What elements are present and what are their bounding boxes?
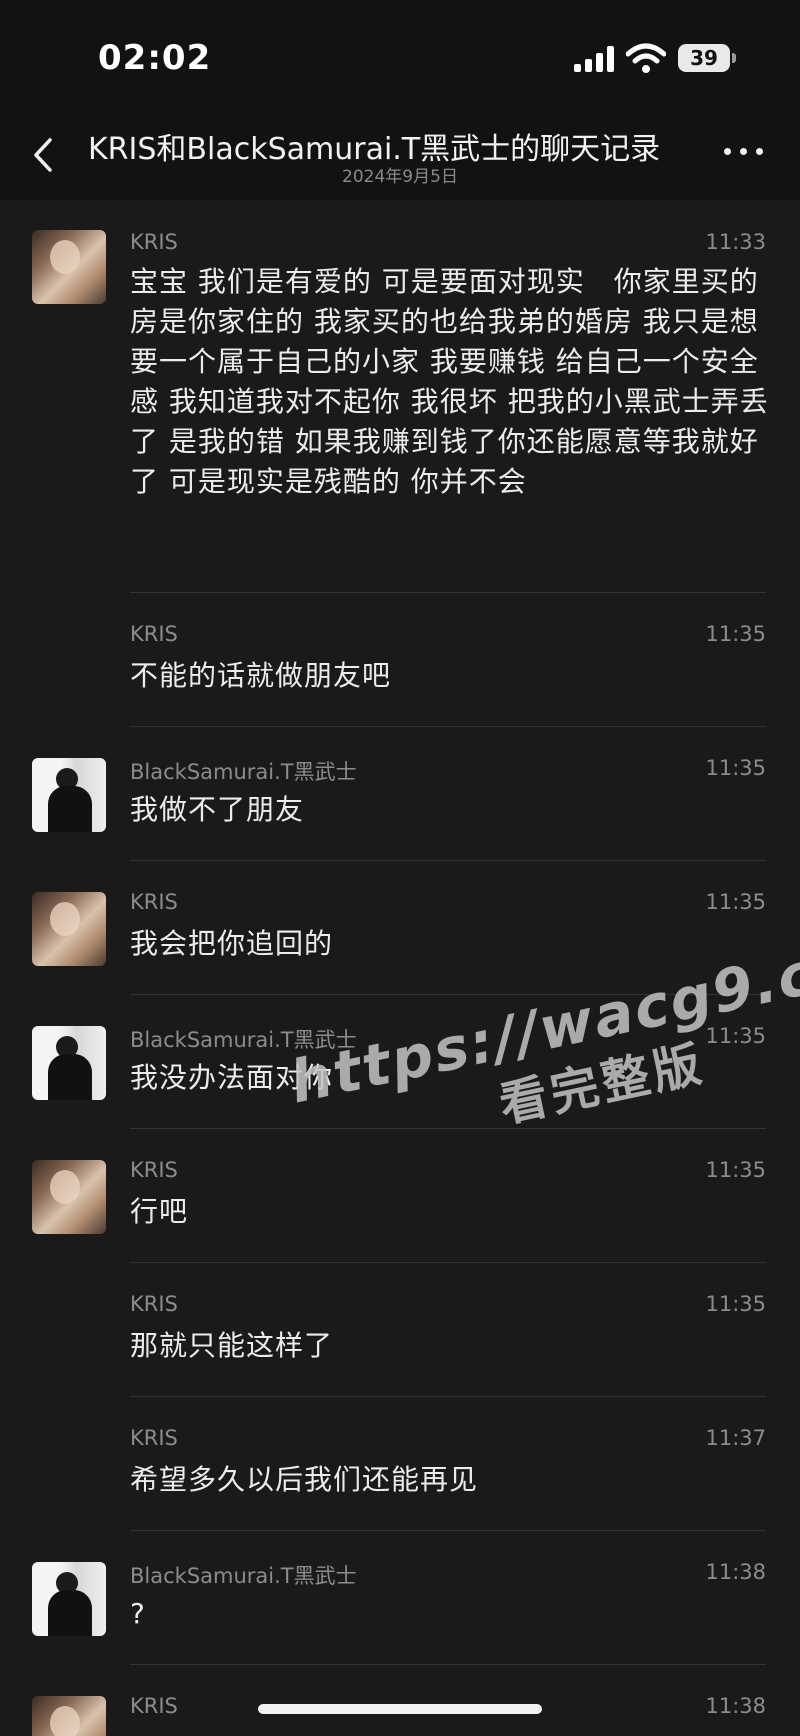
sender-name: KRIS	[130, 1694, 178, 1718]
message-time: 11:35	[705, 756, 766, 780]
message-text: 不能的话就做朋友吧	[130, 659, 392, 692]
chat-record-header: KRIS和BlackSamurai.T黑武士的聊天记录 2024年9月5日	[0, 110, 800, 200]
avatar[interactable]	[32, 758, 106, 832]
message-text: 行吧	[130, 1195, 189, 1228]
wifi-icon	[626, 43, 666, 73]
message-time: 11:35	[705, 1024, 766, 1048]
battery-tip	[732, 53, 736, 63]
divider	[130, 860, 766, 861]
avatar[interactable]	[32, 892, 106, 966]
sender-name: KRIS	[130, 890, 178, 914]
divider	[130, 1262, 766, 1263]
divider	[130, 1396, 766, 1397]
message-time: 11:35	[705, 1292, 766, 1316]
divider	[130, 994, 766, 995]
message-text: 宝宝 我们是有爱的 可是要面对现实 你家里买的房是你家住的 我家买的也给我弟的婚…	[130, 265, 769, 498]
message-time: 11:35	[705, 890, 766, 914]
chat-history-list[interactable]: KRIS 11:33 宝宝 我们是有爱的 可是要面对现实 你家里买的房是你家住的…	[0, 200, 800, 1736]
divider	[130, 592, 766, 593]
sender-name: KRIS	[130, 1158, 178, 1182]
sender-name: KRIS	[130, 1292, 178, 1316]
avatar[interactable]	[32, 230, 106, 304]
message-time: 11:38	[705, 1694, 766, 1718]
battery-icon: 39	[678, 44, 730, 72]
avatar[interactable]	[32, 1160, 106, 1234]
message-text: 那就只能这样了	[130, 1329, 334, 1362]
chat-date: 2024年9月5日	[342, 167, 458, 187]
message-text: 希望多久以后我们还能再见	[130, 1463, 479, 1496]
message-text: 我没办法面对你	[130, 1061, 334, 1094]
message-time: 11:35	[705, 622, 766, 646]
avatar[interactable]	[32, 1026, 106, 1100]
sender-name: BlackSamurai.T黑武士	[130, 1564, 357, 1588]
avatar[interactable]	[32, 1696, 106, 1736]
message-text: 我做不了朋友	[130, 793, 305, 826]
divider	[130, 726, 766, 727]
divider	[130, 1530, 766, 1531]
sender-name: KRIS	[130, 622, 178, 646]
cellular-signal-icon	[574, 46, 616, 72]
status-time: 02:02	[98, 38, 212, 78]
sender-name: KRIS	[130, 230, 178, 254]
sender-name: BlackSamurai.T黑武士	[130, 1028, 357, 1052]
divider	[130, 1128, 766, 1129]
sender-name: KRIS	[130, 1426, 178, 1450]
message-time: 11:35	[705, 1158, 766, 1182]
divider	[130, 1664, 766, 1665]
more-options-icon[interactable]	[724, 148, 764, 162]
avatar[interactable]	[32, 1562, 106, 1636]
message-time: 11:37	[705, 1426, 766, 1450]
status-bar: 02:02 39	[0, 0, 800, 110]
message-time: 11:33	[705, 230, 766, 254]
sender-name: BlackSamurai.T黑武士	[130, 760, 357, 784]
message-text: ?	[130, 1597, 146, 1630]
message-text: 我会把你追回的	[130, 927, 334, 960]
message-time: 11:38	[705, 1560, 766, 1584]
home-indicator[interactable]	[258, 1704, 542, 1714]
